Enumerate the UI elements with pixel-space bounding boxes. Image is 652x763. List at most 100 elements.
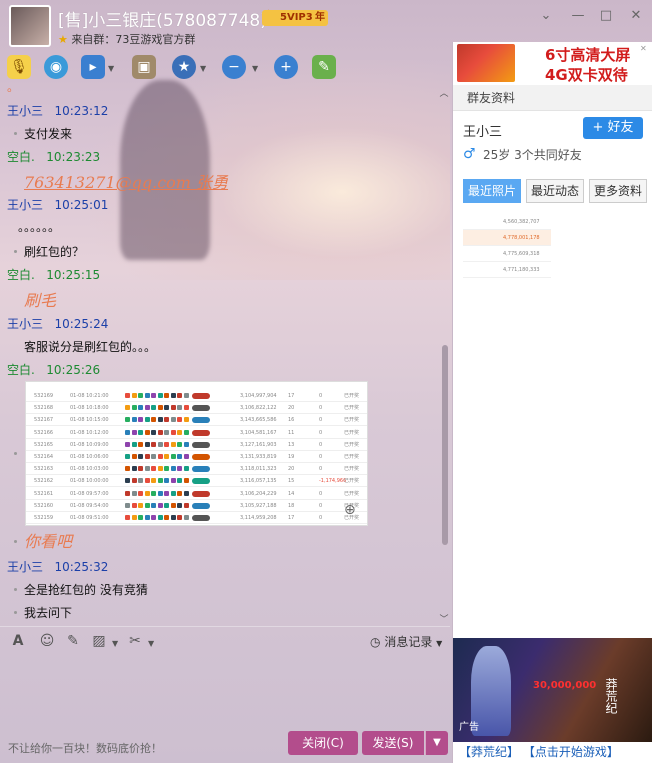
image-table-row: 532161 01-08 09:57:00 3,106,204,229 14 0 已开奖 bbox=[26, 488, 367, 500]
number-chip bbox=[131, 441, 137, 447]
message-bullet bbox=[14, 540, 17, 543]
add-friend-button[interactable]: + 好友 bbox=[583, 117, 643, 139]
message-input[interactable] bbox=[0, 654, 450, 732]
number-chip bbox=[125, 490, 130, 496]
recent-photo[interactable]: 4,560,382,707 4,778,001,178 4,775,609,31… bbox=[463, 214, 551, 280]
zoom-icon[interactable]: ⊕ bbox=[344, 502, 362, 520]
number-chip bbox=[131, 454, 137, 459]
ad-label: 广告 bbox=[459, 722, 479, 733]
message-image[interactable]: 532169 01-08 10:21:00 3,104,997,904 17 0 已开奖 5… bbox=[25, 381, 368, 526]
vip-year-badge[interactable]: 年 bbox=[312, 10, 328, 26]
video-icon[interactable]: ◉ bbox=[44, 55, 68, 79]
member-dropdown-icon[interactable]: ▼ bbox=[252, 64, 258, 73]
number-chip bbox=[151, 441, 156, 447]
game-link[interactable]: 【莽荒纪】 bbox=[459, 745, 519, 759]
message-time: 10:23:12 bbox=[54, 104, 109, 118]
image-table-cell: 已开奖 bbox=[344, 466, 360, 473]
tab-recent-photos[interactable]: 最近照片 bbox=[463, 179, 522, 203]
sender-name[interactable]: 王小三 bbox=[7, 198, 43, 212]
microphone-icon[interactable]: 🎙 bbox=[7, 55, 31, 79]
number-chip bbox=[164, 490, 169, 496]
scroll-down-button[interactable]: ﹀ bbox=[438, 612, 450, 625]
image-table-cell: 01-08 10:03:00 bbox=[70, 466, 109, 473]
send-options-dropdown[interactable]: ▼ bbox=[425, 731, 448, 755]
message-history-button[interactable]: ◷ 消息记录 ▼ bbox=[370, 633, 442, 650]
message-bullet bbox=[14, 132, 17, 135]
chat-history[interactable]: 。 王小三 10:23:12 支付发来 空白. 10:23:23 7634132… bbox=[0, 84, 440, 624]
star-icon: ★ bbox=[58, 33, 68, 46]
image-table-cell: 19 bbox=[288, 454, 295, 460]
game-ad[interactable]: 30,000,000 莽荒纪 广告 bbox=[453, 638, 652, 742]
app-store-icon[interactable]: ★ bbox=[172, 55, 196, 79]
file-transfer-icon[interactable]: ▸ bbox=[81, 55, 105, 79]
message-signature[interactable]: 763413271@qq.com 张勇 bbox=[24, 169, 228, 193]
sender-name[interactable]: 空白. bbox=[7, 150, 35, 164]
dropdown-button[interactable]: ⌄ bbox=[538, 8, 554, 24]
close-window-button[interactable]: ✕ bbox=[628, 8, 644, 24]
number-chip bbox=[144, 454, 150, 459]
send-button[interactable]: 发送(S) bbox=[362, 731, 424, 755]
edit-icon[interactable]: ✎ bbox=[64, 632, 82, 650]
image-icon[interactable]: ▨ bbox=[90, 632, 108, 650]
input-toolbar: A ☺ ✎ ▨ ▼ ✂ ▼ ◷ 消息记录 ▼ bbox=[0, 626, 450, 654]
message-text: 刷红包的？ bbox=[24, 245, 85, 259]
number-chip bbox=[131, 515, 137, 520]
number-chip bbox=[131, 429, 137, 435]
bottom-ad-text[interactable]: 不让给你一百块！数码底价抢！ bbox=[8, 740, 162, 756]
number-chip bbox=[170, 393, 176, 398]
avatar[interactable] bbox=[9, 5, 51, 47]
number-chip bbox=[138, 515, 143, 520]
tab-recent-activity[interactable]: 最近动态 bbox=[526, 179, 585, 203]
scroll-up-button[interactable]: ︿ bbox=[438, 86, 450, 99]
number-chip bbox=[170, 441, 176, 447]
close-button[interactable]: 关闭(C) bbox=[288, 731, 358, 755]
car-icon bbox=[192, 466, 210, 473]
scissors-dropdown-icon[interactable]: ▼ bbox=[148, 639, 154, 648]
message-header: 空白. 10:23:23 bbox=[7, 148, 100, 165]
image-table-cell: 01-08 10:12:00 bbox=[70, 429, 109, 436]
number-chip bbox=[183, 441, 189, 447]
chat-scrollbar-thumb[interactable] bbox=[442, 345, 448, 545]
number-chip bbox=[138, 429, 143, 435]
app-dropdown-icon[interactable]: ▼ bbox=[200, 64, 206, 73]
game-start-link[interactable]: 【点击开始游戏】 bbox=[523, 745, 619, 759]
image-table-cell: 01-08 09:57:00 bbox=[70, 490, 109, 497]
sender-name[interactable]: 王小三 bbox=[7, 317, 43, 331]
ad-close-icon[interactable]: ✕ bbox=[640, 44, 647, 53]
number-chip bbox=[151, 417, 156, 423]
number-chip bbox=[151, 405, 156, 411]
image-table-cell: 3,118,011,323 bbox=[240, 466, 277, 473]
number-chip bbox=[177, 515, 182, 520]
number-chip bbox=[125, 502, 130, 508]
number-chip bbox=[177, 502, 182, 508]
image-table-cell: 17 bbox=[288, 515, 295, 521]
image-table-cell: 3,106,822,122 bbox=[240, 405, 277, 412]
remove-member-icon[interactable]: − bbox=[222, 55, 246, 79]
minimize-button[interactable]: — bbox=[570, 8, 586, 24]
image-table-row: 532167 01-08 10:15:00 3,143,665,586 16 0 已开奖 bbox=[26, 414, 367, 427]
comment-icon[interactable]: ✎ bbox=[312, 55, 336, 79]
number-chip bbox=[177, 441, 182, 447]
maximize-button[interactable]: □ bbox=[598, 8, 614, 24]
screen-capture-icon[interactable]: ▣ bbox=[132, 55, 156, 79]
number-chip bbox=[157, 478, 163, 484]
game-vertical-title: 莽荒纪 bbox=[604, 678, 618, 714]
car-icon bbox=[192, 478, 210, 485]
message-header: 空白. 10:25:26 bbox=[7, 361, 100, 378]
number-chip bbox=[183, 429, 189, 435]
sender-name[interactable]: 王小三 bbox=[7, 560, 43, 574]
scissors-icon[interactable]: ✂ bbox=[126, 632, 144, 650]
phone-ad-banner[interactable]: 6寸高清大屏 4G双卡双待 ✕ bbox=[453, 42, 652, 84]
font-icon[interactable]: A bbox=[9, 632, 27, 650]
vip-badge[interactable]: 5VIP3 bbox=[262, 10, 317, 26]
emoji-icon[interactable]: ☺ bbox=[38, 632, 56, 650]
sender-name[interactable]: 空白. bbox=[7, 363, 35, 377]
tab-more-info[interactable]: 更多资料 bbox=[589, 179, 648, 203]
file-transfer-dropdown-icon[interactable]: ▼ bbox=[108, 64, 114, 73]
sender-name[interactable]: 空白. bbox=[7, 268, 35, 282]
add-member-icon[interactable]: + bbox=[274, 55, 298, 79]
image-dropdown-icon[interactable]: ▼ bbox=[112, 639, 118, 648]
sender-name[interactable]: 王小三 bbox=[7, 104, 43, 118]
number-chip bbox=[151, 466, 156, 472]
number-chip bbox=[138, 478, 143, 484]
